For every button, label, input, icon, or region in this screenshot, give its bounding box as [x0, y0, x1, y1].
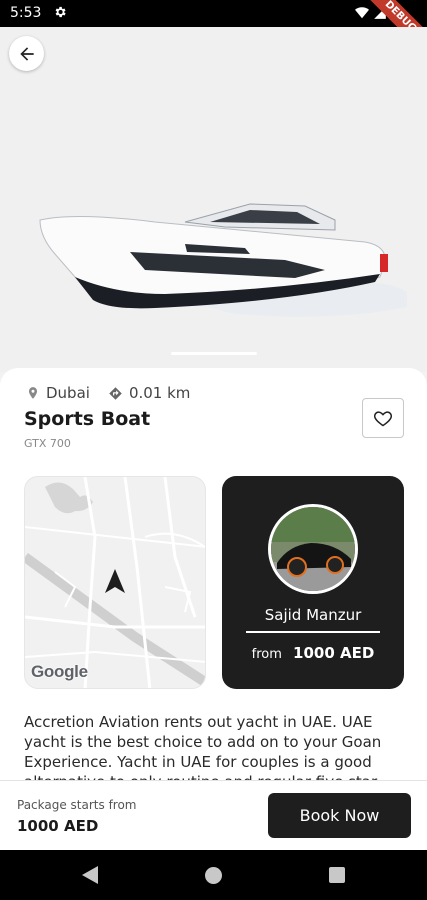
host-name: Sajid Manzur [264, 606, 362, 624]
arrow-left-icon [19, 46, 34, 61]
navigation-arrow-icon [105, 569, 125, 593]
details-sheet: Dubai 0.01 km Sports Boat GTX 700 Google… [0, 368, 427, 780]
nav-back-icon[interactable] [82, 866, 98, 884]
google-logo: Google [31, 662, 88, 681]
heart-outline-icon [373, 411, 393, 427]
car-photo [271, 507, 355, 591]
location-pin-icon [28, 387, 38, 399]
map-preview[interactable]: Google [24, 476, 206, 689]
settings-gear-icon [55, 6, 66, 18]
description-text: Accretion Aviation rents out yacht in UA… [24, 713, 382, 780]
boat-illustration [39, 203, 407, 317]
host-price-value: 1000 AED [293, 644, 375, 662]
listing-subtitle: GTX 700 [24, 437, 71, 450]
host-price: from 1000 AED [222, 643, 404, 662]
meta-row: Dubai 0.01 km [26, 384, 190, 402]
host-price-prefix: from [251, 647, 282, 662]
directions-icon [109, 386, 122, 400]
nav-home-icon[interactable] [205, 867, 222, 884]
back-button[interactable] [9, 36, 44, 71]
status-bar: 5:53 DEBUG [0, 0, 427, 63]
favorite-button[interactable] [362, 398, 404, 438]
location-label: Dubai [46, 384, 90, 402]
host-card[interactable]: Sajid Manzur from 1000 AED [222, 476, 404, 689]
package-price: 1000 AED [17, 817, 99, 835]
hero-image [0, 27, 427, 372]
booking-footer: Package starts from 1000 AED Book Now [0, 780, 427, 850]
listing-title: Sports Boat [24, 408, 151, 430]
nav-recents-icon[interactable] [329, 867, 345, 883]
system-nav-bar [0, 850, 427, 900]
distance-label: 0.01 km [128, 384, 191, 402]
book-now-button[interactable]: Book Now [268, 793, 411, 838]
status-time: 5:53 [10, 5, 42, 21]
package-label: Package starts from [17, 798, 137, 812]
image-pager-indicator [171, 352, 257, 355]
host-divider [246, 631, 380, 633]
distance: 0.01 km [108, 384, 190, 402]
host-avatar [268, 504, 358, 594]
wifi-icon [355, 7, 369, 19]
